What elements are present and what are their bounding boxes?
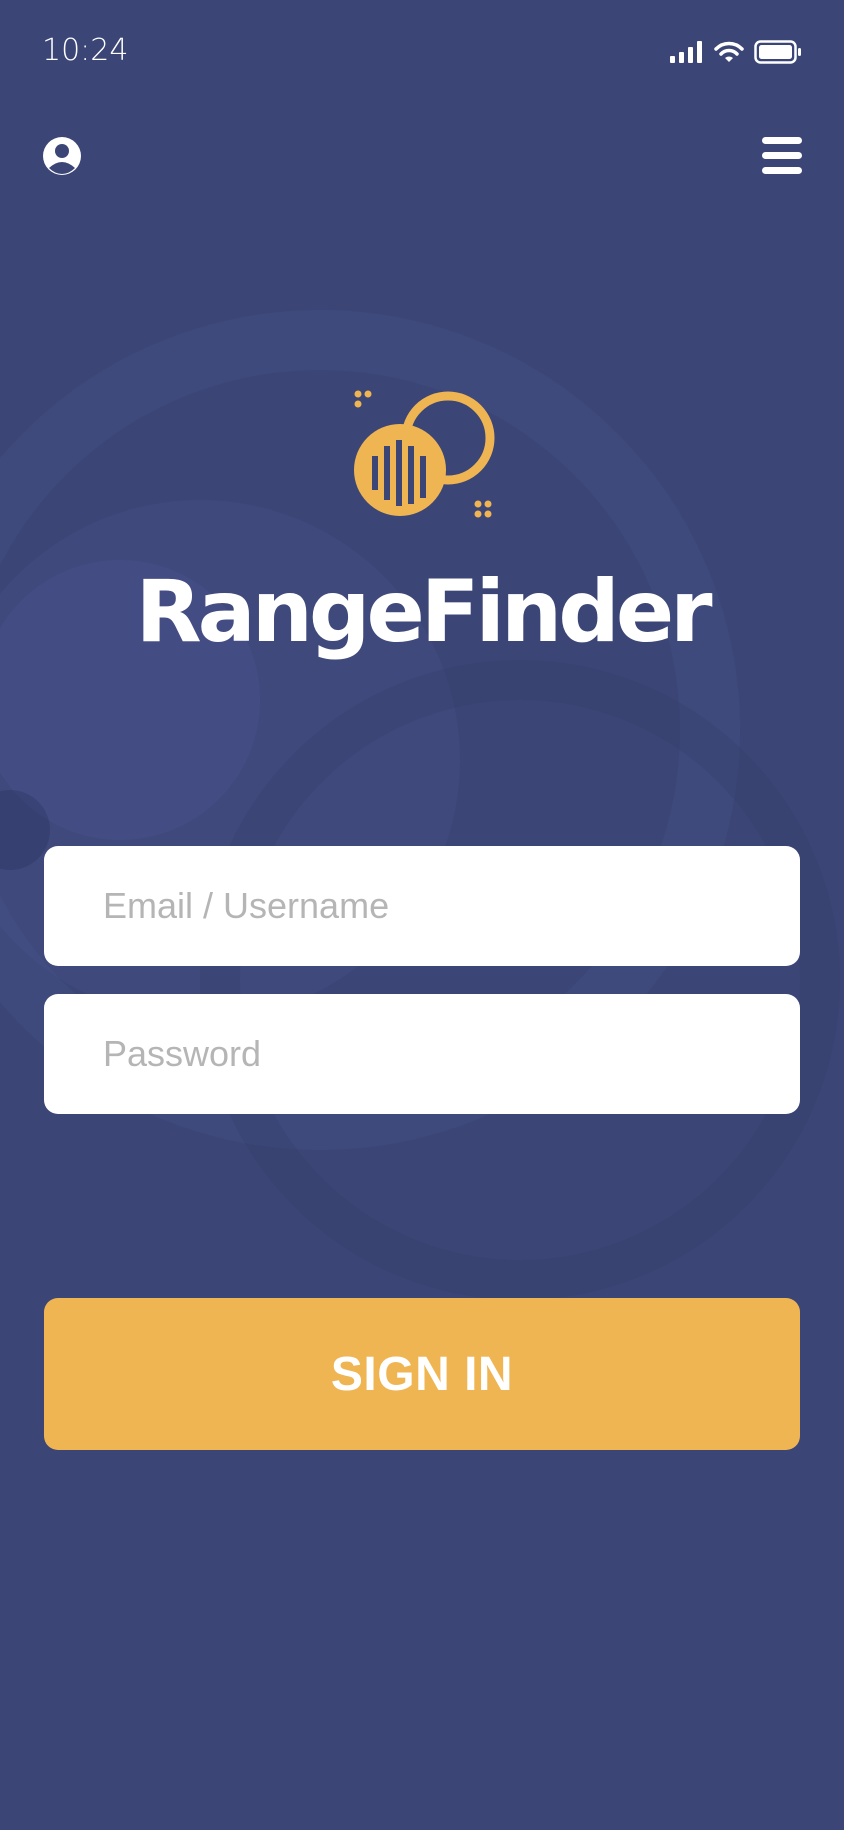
- login-screen: 10:24 RangeFinder Email / Username SIGN …: [0, 0, 844, 1830]
- brand-logo: [350, 384, 500, 524]
- status-bar: 10:24: [0, 0, 844, 104]
- password-input[interactable]: [44, 994, 800, 1114]
- user-profile-icon: [43, 137, 81, 175]
- status-icons: [670, 38, 802, 66]
- sign-in-button[interactable]: SIGN IN: [44, 1298, 800, 1450]
- cellular-signal-icon: [670, 41, 704, 63]
- password-field-container: [44, 994, 800, 1114]
- status-time: 10:24: [42, 33, 129, 68]
- profile-button[interactable]: [42, 136, 82, 176]
- email-field-container: [44, 846, 800, 966]
- battery-icon: [754, 40, 802, 64]
- app-name: RangeFinder: [135, 562, 712, 662]
- email-username-input[interactable]: [44, 846, 800, 966]
- wifi-icon: [714, 41, 744, 63]
- hamburger-menu-icon: [762, 137, 802, 174]
- menu-button[interactable]: [762, 137, 802, 175]
- rangefinder-logo-icon: [354, 390, 495, 518]
